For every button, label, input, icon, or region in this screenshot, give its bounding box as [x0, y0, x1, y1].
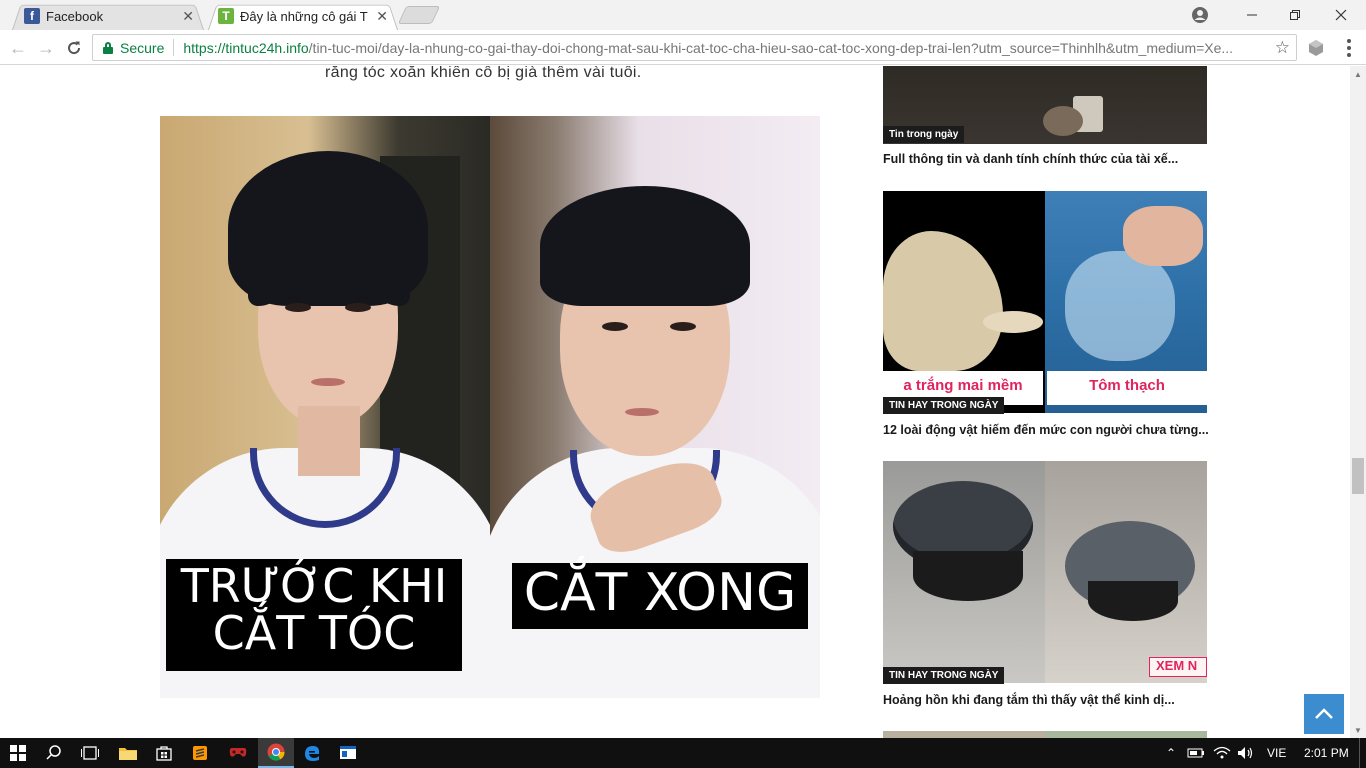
scroll-to-top-button[interactable] — [1304, 694, 1344, 734]
category-badge: TIN HAY TRONG NGÀY — [883, 397, 1005, 414]
card-thumbnail[interactable]: a trắng mai mềm Tôm thạch — [883, 191, 1207, 413]
overlay-right: XEM N — [1149, 657, 1207, 677]
battery-icon[interactable] — [1187, 746, 1205, 760]
browser-toolbar: ← → Secure https://tintuc24h.info /tin-t… — [0, 30, 1366, 65]
page-scrollbar[interactable]: ▲ ▼ — [1350, 66, 1366, 738]
menu-icon[interactable] — [1340, 38, 1358, 58]
chrome-icon[interactable] — [258, 738, 294, 768]
close-icon[interactable]: ✕ — [376, 8, 388, 25]
extension-icon[interactable] — [1306, 38, 1326, 58]
minimize-button[interactable] — [1229, 0, 1275, 30]
category-badge: TIN HAY TRONG NGÀY — [883, 667, 1005, 684]
reload-icon — [68, 41, 81, 55]
edge-icon[interactable] — [294, 738, 330, 768]
new-tab-button[interactable] — [397, 6, 441, 24]
start-button[interactable] — [0, 738, 36, 768]
before-photo: TRƯỚC KHI CẮT TÓC — [160, 116, 490, 698]
forward-button[interactable]: → — [35, 37, 57, 59]
close-icon — [1335, 9, 1347, 21]
windows-logo-icon — [10, 745, 26, 761]
reload-button[interactable] — [63, 37, 85, 59]
chevron-up-icon — [1315, 708, 1333, 719]
wifi-icon[interactable] — [1213, 746, 1231, 760]
task-view-icon[interactable] — [72, 738, 108, 768]
restore-icon — [1290, 10, 1300, 20]
tab-article[interactable]: T Đây là những cô gái THA ✕ — [208, 2, 398, 30]
facebook-icon: f — [24, 8, 40, 24]
app-window-icon[interactable] — [330, 738, 366, 768]
card-title[interactable]: Full thông tin và danh tính chính thức c… — [883, 152, 1178, 166]
url-path: /tin-tuc-moi/day-la-nhung-co-gai-thay-do… — [308, 39, 1234, 56]
clock[interactable]: 2:01 PM — [1304, 738, 1349, 768]
scroll-down-arrow[interactable]: ▼ — [1350, 722, 1366, 738]
tab-facebook[interactable]: f Facebook ✕ — [12, 2, 204, 30]
category-badge: Tin trong ngày — [883, 126, 965, 143]
game-controller-icon[interactable] — [220, 738, 256, 768]
close-window-button[interactable] — [1318, 0, 1364, 30]
bookmark-star-icon[interactable]: ☆ — [1270, 38, 1290, 58]
page-content: rằng tóc xoăn khiến cô bị già thêm vài t… — [0, 66, 1350, 738]
after-photo: CẮT XONG — [490, 116, 820, 698]
minimize-icon — [1247, 14, 1257, 16]
tintuc24h-icon: T — [218, 8, 234, 24]
search-icon[interactable] — [36, 738, 72, 768]
show-desktop-button[interactable] — [1359, 738, 1360, 768]
tab-title: Đây là những cô gái THA — [240, 8, 368, 24]
before-after-photo: TRƯỚC KHI CẮT TÓC CẮT XONG — [160, 116, 820, 698]
windows-taskbar: ⌃ VIE 2:01 PM — [0, 738, 1366, 768]
system-tray: ⌃ VIE — [1163, 738, 1286, 768]
scroll-up-arrow[interactable]: ▲ — [1350, 66, 1366, 82]
sublime-text-icon[interactable] — [182, 738, 218, 768]
profile-icon[interactable] — [1191, 6, 1209, 24]
before-label-line1: TRƯỚC KHI — [180, 559, 448, 613]
back-button[interactable]: ← — [7, 37, 29, 59]
card-thumbnail[interactable]: XEM N — [883, 461, 1207, 683]
scroll-thumb[interactable] — [1352, 458, 1364, 494]
sidebar-card[interactable] — [883, 731, 1207, 738]
clock-time: 2:01 PM — [1304, 746, 1349, 760]
before-label-line2: CẮT TÓC — [212, 605, 416, 660]
url-host: https://tintuc24h.info — [183, 39, 309, 56]
chevron-up-icon[interactable]: ⌃ — [1163, 746, 1179, 760]
secure-label: Secure — [120, 39, 165, 56]
overlay-left: a trắng mai mềm — [903, 377, 1023, 394]
restore-button[interactable] — [1272, 0, 1318, 30]
overlay-right: Tôm thạch — [1089, 377, 1165, 394]
input-language[interactable]: VIE — [1267, 746, 1286, 760]
file-explorer-icon[interactable] — [110, 738, 146, 768]
tab-strip: f Facebook ✕ T Đây là những cô gái THA ✕ — [0, 0, 1366, 30]
volume-icon[interactable] — [1237, 746, 1255, 760]
card-title[interactable]: Hoảng hồn khi đang tắm thì thấy vật thể … — [883, 693, 1175, 707]
lock-icon — [103, 41, 113, 54]
article-caption: rằng tóc xoăn khiến cô bị già thêm vài t… — [325, 66, 642, 81]
address-bar[interactable]: Secure https://tintuc24h.info /tin-tuc-m… — [92, 34, 1297, 61]
store-icon[interactable] — [146, 738, 182, 768]
after-label: CẮT XONG — [523, 563, 797, 623]
tab-title: Facebook — [46, 8, 104, 24]
card-title[interactable]: 12 loài động vật hiếm đến mức con người … — [883, 423, 1209, 437]
close-icon[interactable]: ✕ — [182, 8, 194, 25]
